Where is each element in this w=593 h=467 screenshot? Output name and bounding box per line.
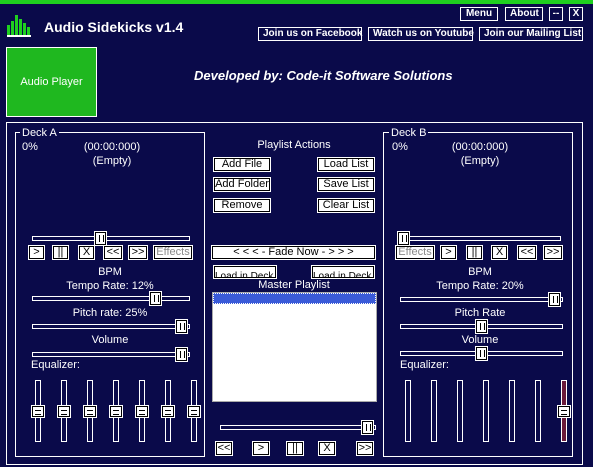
deck-a-eq-band-4-thumb[interactable] [109, 404, 123, 418]
deck-a-pitch-thumb[interactable] [175, 319, 189, 334]
deck-b-eq-band-7-thumb[interactable] [557, 404, 571, 418]
deck-a-eq-band-7-thumb[interactable] [187, 404, 201, 418]
master-volume-thumb[interactable] [361, 420, 375, 435]
deck-a-bpm: BPM [98, 266, 122, 278]
add-file-button[interactable]: Add File [213, 157, 271, 172]
playlist-actions-title: Playlist Actions [257, 139, 331, 151]
facebook-link[interactable]: Join us on Facebook [258, 27, 362, 41]
deck-a-volume-thumb[interactable] [175, 347, 189, 362]
deck-a-position-slider[interactable] [32, 236, 190, 241]
app-window: Audio Sidekicks v1.4 Menu About -- X Joi… [0, 0, 593, 467]
add-folder-button[interactable]: Add Folder [213, 177, 271, 192]
mailing-list-link[interactable]: Join our Mailing List [479, 27, 583, 41]
load-list-button[interactable]: Load List [317, 157, 375, 172]
minimize-button[interactable]: -- [549, 7, 563, 21]
deck-b-volume-label: Volume [461, 334, 499, 346]
master-next-button[interactable]: >> [356, 441, 374, 456]
deck-a-volume-slider[interactable] [32, 352, 190, 357]
deck-a-label: Deck A [20, 127, 59, 139]
deck-b-eq-band-4[interactable] [483, 380, 489, 442]
deck-b-stop-button[interactable]: X [491, 245, 508, 260]
master-playlist-list[interactable] [212, 292, 377, 402]
close-button[interactable]: X [569, 7, 583, 21]
deck-b-track: (Empty) [460, 155, 500, 167]
master-prev-button[interactable]: << [215, 441, 233, 456]
clear-list-button[interactable]: Clear List [317, 198, 375, 213]
load-deck-a-button[interactable]: Load in Deck A [213, 265, 277, 279]
master-stop-button[interactable]: X [318, 441, 336, 456]
deck-a-percent: 0% [22, 141, 38, 153]
app-title: Audio Sidekicks v1.4 [44, 19, 184, 35]
deck-b-position-slider[interactable] [398, 236, 561, 241]
load-deck-b-button[interactable]: Load in Deck B [311, 265, 375, 279]
deck-b-eq-band-3[interactable] [457, 380, 463, 442]
deck-a-track: (Empty) [92, 155, 132, 167]
menu-button[interactable]: Menu [460, 7, 498, 21]
deck-b-tempo-slider[interactable] [400, 297, 563, 302]
deck-a-pitch-label: Pitch rate: 25% [72, 307, 148, 319]
fade-now-button[interactable]: < < < - Fade Now - > > > [211, 245, 376, 260]
deck-b-tempo-thumb[interactable] [547, 292, 561, 307]
master-pause-button[interactable]: || [286, 441, 304, 456]
deck-b-effects-button[interactable]: Effects [395, 245, 435, 260]
deck-b-bpm: BPM [468, 266, 492, 278]
deck-a-pause-button[interactable]: || [52, 245, 69, 260]
deck-a-next-button[interactable]: >> [128, 245, 148, 260]
deck-a-eq-band-1-thumb[interactable] [31, 404, 45, 418]
deck-b-eq-band-5[interactable] [509, 380, 515, 442]
deck-a-tempo-label: Tempo Rate: 12% [66, 280, 154, 292]
deck-a-equalizer-label: Equalizer: [31, 359, 80, 371]
deck-a-tempo-slider[interactable] [32, 296, 190, 301]
master-play-button[interactable]: > [252, 441, 270, 456]
deck-b-label: Deck B [389, 127, 429, 139]
audio-player-label: Audio Player [20, 76, 83, 88]
master-playlist-selected-row[interactable] [213, 293, 376, 304]
deck-b-eq-band-2[interactable] [431, 380, 437, 442]
deck-a-volume-label: Volume [91, 334, 129, 346]
remove-button[interactable]: Remove [213, 198, 271, 213]
deck-b-pitch-label: Pitch Rate [454, 307, 506, 319]
deck-a-play-button[interactable]: > [28, 245, 45, 260]
deck-a-prev-button[interactable]: << [103, 245, 123, 260]
deck-b-tempo-label: Tempo Rate: 20% [436, 280, 524, 292]
deck-b-pitch-thumb[interactable] [475, 319, 488, 334]
app-logo-icon [7, 13, 33, 37]
deck-a-position-thumb[interactable] [94, 231, 108, 246]
youtube-link[interactable]: Watch us on Youtube [368, 27, 474, 41]
deck-a-time: (00:00:000) [83, 141, 141, 153]
deck-a-stop-button[interactable]: X [78, 245, 95, 260]
master-volume-slider[interactable] [220, 425, 376, 430]
deck-a-tempo-thumb[interactable] [148, 291, 162, 306]
deck-b-eq-band-1[interactable] [405, 380, 411, 442]
deck-a-pitch-slider[interactable] [32, 324, 190, 329]
deck-a-effects-button[interactable]: Effects [153, 245, 193, 260]
deck-b-time: (00:00:000) [451, 141, 509, 153]
deck-b-equalizer-label: Equalizer: [400, 359, 449, 371]
deck-b-pause-button[interactable]: || [466, 245, 483, 260]
deck-b-prev-button[interactable]: << [517, 245, 537, 260]
save-list-button[interactable]: Save List [317, 177, 375, 192]
deck-b-percent: 0% [392, 141, 408, 153]
about-button[interactable]: About [505, 7, 543, 21]
deck-b-panel [383, 132, 573, 457]
deck-b-play-button[interactable]: > [440, 245, 457, 260]
deck-b-position-thumb[interactable] [397, 231, 410, 246]
deck-a-eq-band-2-thumb[interactable] [57, 404, 71, 418]
audio-player-button[interactable]: Audio Player [6, 47, 97, 117]
deck-a-eq-band-6-thumb[interactable] [161, 404, 175, 418]
credit-text: Developed by: Code-it Software Solutions [194, 68, 453, 83]
master-playlist-title: Master Playlist [258, 279, 330, 291]
deck-b-volume-thumb[interactable] [475, 346, 488, 361]
deck-a-eq-band-5-thumb[interactable] [135, 404, 149, 418]
deck-b-next-button[interactable]: >> [543, 245, 563, 260]
deck-b-eq-band-6[interactable] [535, 380, 541, 442]
deck-a-eq-band-3-thumb[interactable] [83, 404, 97, 418]
